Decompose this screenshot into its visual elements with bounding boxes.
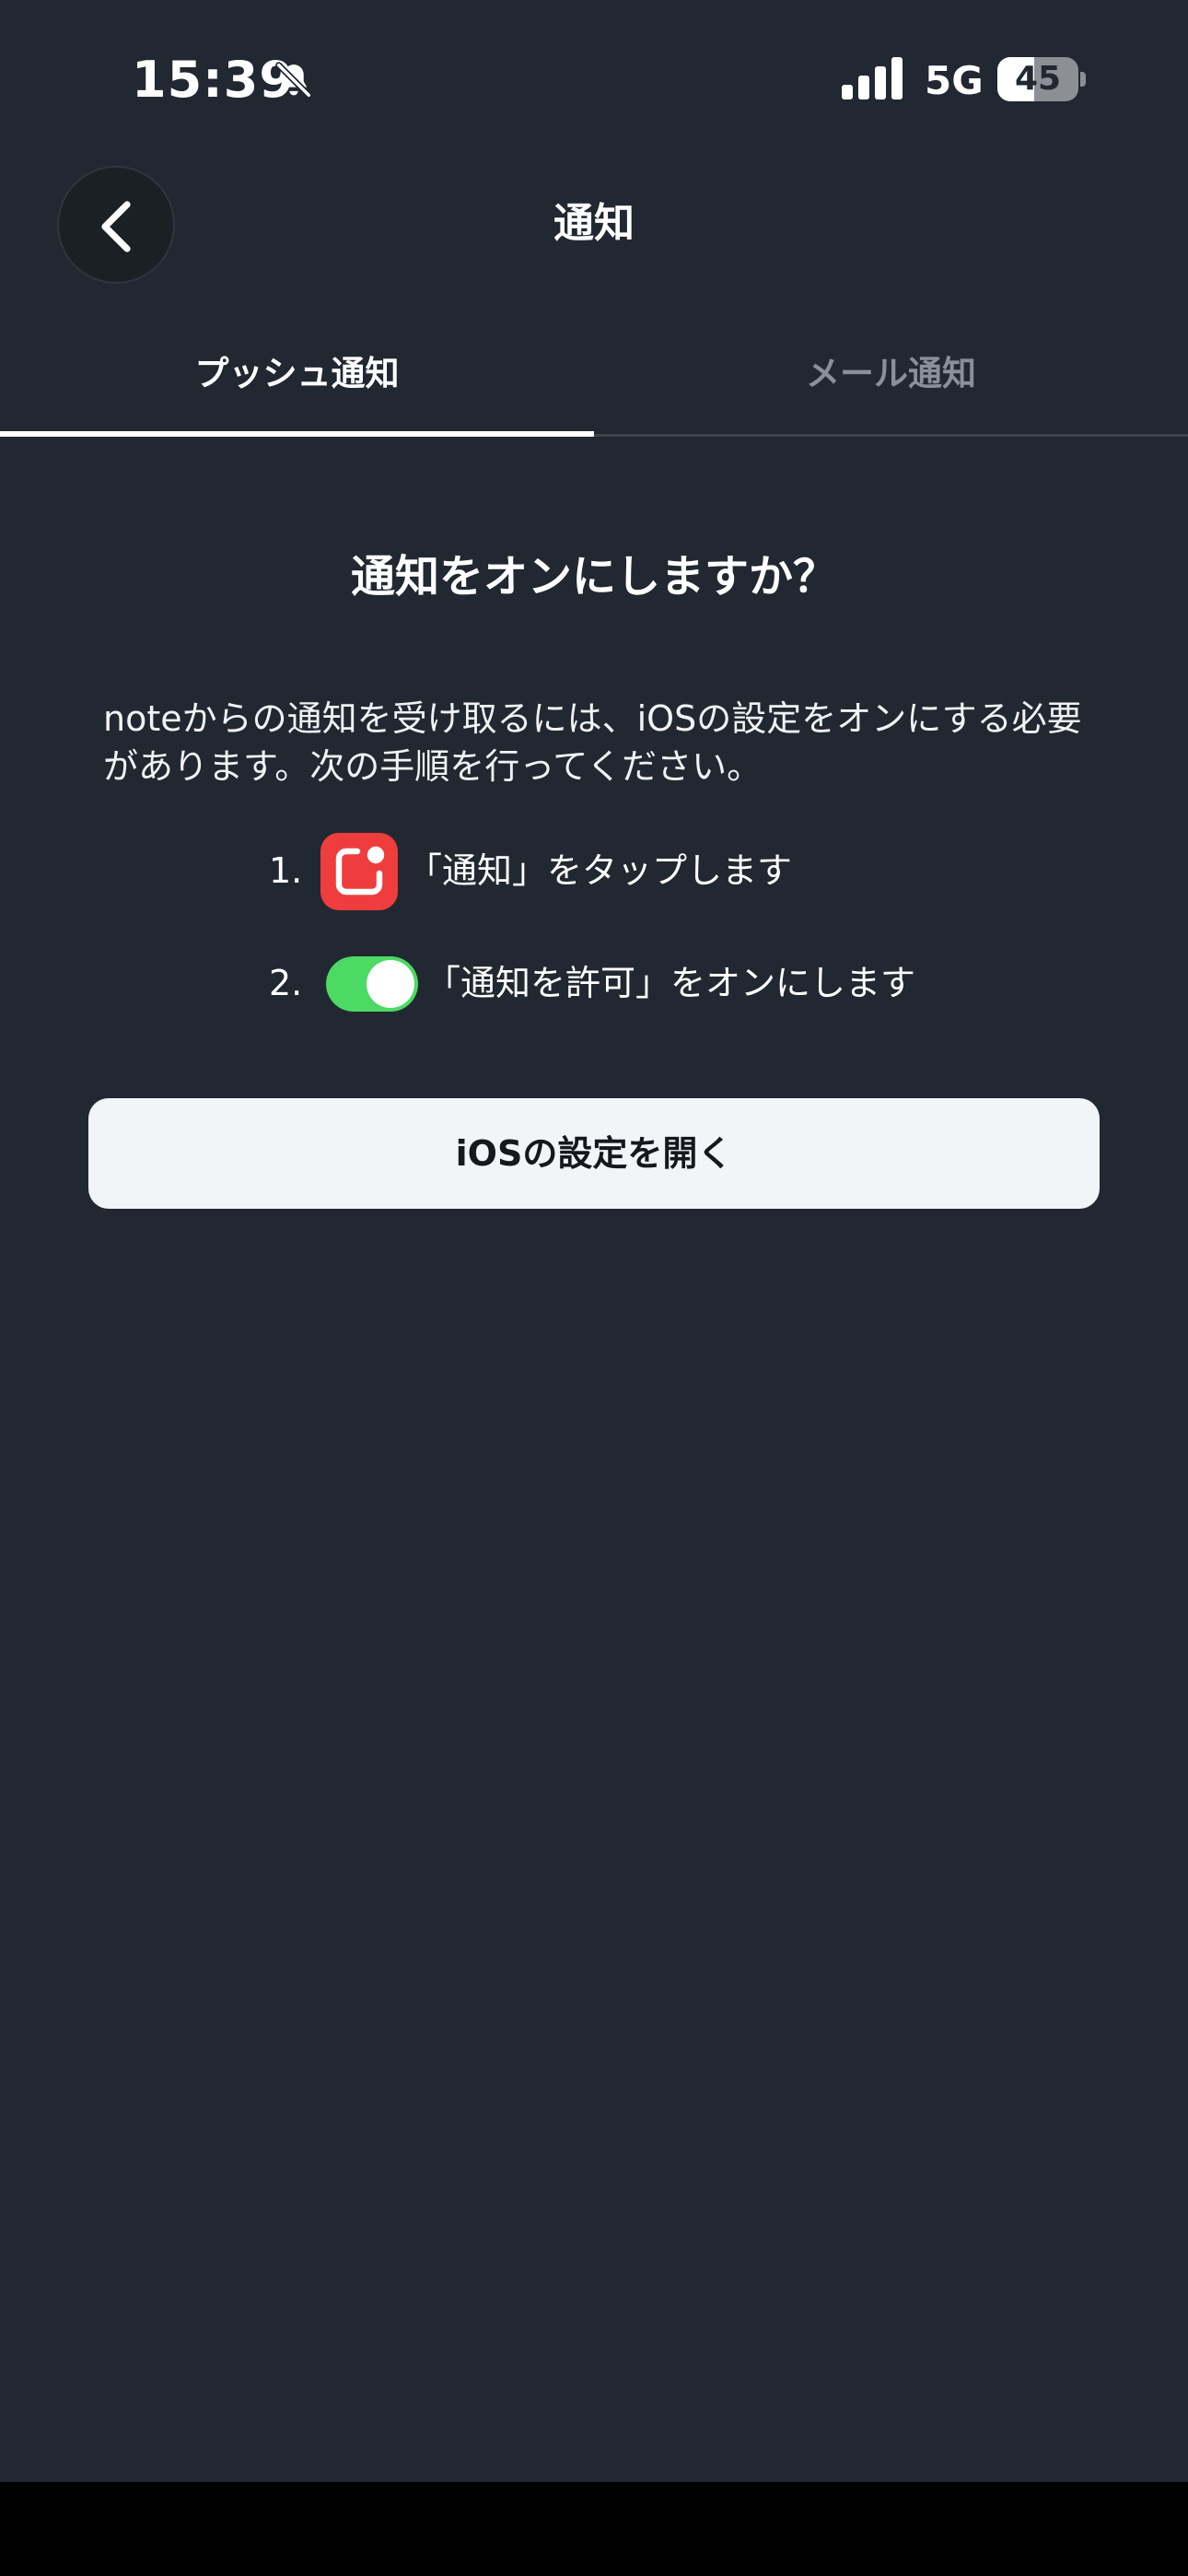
description-text: noteからの通知を受け取るには、iOSの設定をオンにする必要があります。次の手… — [103, 698, 1082, 787]
tab-bar: プッシュ通知 メール通知 — [0, 332, 1188, 437]
step-number: 2. — [269, 963, 303, 1003]
tab-push-notifications[interactable]: プッシュ通知 — [0, 332, 594, 437]
battery-tip — [1080, 72, 1086, 87]
active-tab-indicator — [0, 431, 594, 437]
step-1-text: 「通知」をタップします — [407, 850, 793, 891]
bell-slash-icon — [275, 62, 312, 99]
battery-icon: 45 — [997, 57, 1086, 101]
step-2-text: 「通知を許可」をオンにします — [425, 963, 916, 1003]
status-bar: 15:39 5G 45 — [0, 0, 1188, 157]
battery-level: 45 — [1014, 60, 1062, 98]
notification-badge-icon — [335, 846, 385, 896]
status-time: 15:39 — [132, 51, 295, 109]
content-heading: 通知をオンにしますか？ — [350, 551, 837, 603]
step-number: 1. — [269, 850, 303, 891]
battery-body: 45 — [997, 57, 1078, 101]
bottom-bar — [0, 2482, 1188, 2576]
notification-settings-screen: 15:39 5G 45 通知 プッシュ通知 メール通知 通知をオンにしますか？ … — [0, 0, 1188, 2576]
open-ios-settings-button[interactable]: iOSの設定を開く — [88, 1098, 1100, 1209]
toggle-switch-icon — [326, 956, 418, 1012]
notifications-app-icon — [320, 833, 398, 910]
page-title: 通知 — [553, 200, 635, 247]
cellular-signal-icon — [842, 57, 903, 100]
network-type: 5G — [925, 58, 984, 103]
tab-email-notifications[interactable]: メール通知 — [594, 332, 1188, 437]
toggle-knob — [367, 960, 414, 1008]
